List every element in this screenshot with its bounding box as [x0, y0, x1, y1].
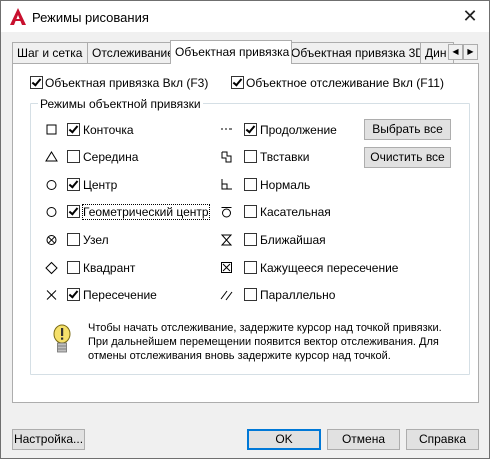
apparent-intersection-checkbox[interactable] [244, 261, 257, 274]
tab-snap-grid[interactable]: Шаг и сетка [12, 42, 92, 63]
options-button[interactable]: Настройка... [12, 429, 85, 450]
perpendicular-marker-icon [221, 179, 232, 190]
geometric-center-checkbox[interactable] [67, 205, 80, 218]
extension-checkbox[interactable] [244, 123, 257, 136]
nearest-checkbox[interactable] [244, 233, 257, 246]
midpoint-checkbox[interactable] [67, 150, 80, 163]
parallel-checkbox[interactable] [244, 288, 257, 301]
diamond-marker-icon [45, 261, 58, 275]
ok-button[interactable]: OK [247, 429, 321, 450]
endpoint-label: Конточка [83, 123, 134, 137]
perpendicular-label: Нормаль [260, 178, 311, 192]
circle-marker-icon [46, 207, 57, 217]
tracking-hint-text: Чтобы начать отслеживание, задержите кур… [88, 322, 442, 362]
center-label: Центр [83, 178, 118, 192]
circle-marker-icon [46, 180, 57, 190]
geometric-center-label: Геометрический центр [82, 204, 210, 220]
triangle-marker-icon [45, 151, 58, 162]
close-icon[interactable]: ✕ [458, 5, 482, 27]
quadrant-checkbox[interactable] [67, 261, 80, 274]
extension-marker-icon [221, 128, 232, 130]
nearest-label: Ближайшая [260, 233, 326, 247]
tab-object-snap[interactable]: Объектная привязка [170, 40, 292, 64]
node-label: Узел [83, 233, 109, 247]
select-all-button[interactable]: Выбрать все [364, 119, 451, 140]
parallel-marker-icon [220, 290, 233, 301]
osnap-on-checkbox[interactable] [30, 76, 43, 89]
tab-strip: Шаг и сетка Отслеживание Объектная привя… [12, 40, 478, 64]
x-marker-icon [46, 290, 57, 300]
tangent-label: Касательная [260, 205, 331, 219]
help-button[interactable]: Справка [406, 429, 479, 450]
midpoint-label: Середина [83, 150, 139, 164]
autocad-logo-icon [10, 8, 26, 25]
quadrant-label: Квадрант [83, 261, 136, 275]
extension-label: Продолжение [260, 123, 337, 137]
otrack-on-checkbox[interactable] [231, 76, 244, 89]
parallel-label: Параллельно [260, 288, 336, 302]
tangent-marker-icon [221, 207, 232, 218]
endpoint-checkbox[interactable] [67, 123, 80, 136]
tangent-checkbox[interactable] [244, 205, 257, 218]
node-marker-icon [46, 235, 57, 245]
insertion-checkbox[interactable] [244, 150, 257, 163]
tab-scroll-left-icon[interactable]: ◀ [448, 44, 463, 60]
insertion-marker-icon [221, 151, 232, 163]
apparent-intersection-label: Кажущееся пересечение [260, 261, 399, 275]
node-checkbox[interactable] [67, 233, 80, 246]
cancel-button[interactable]: Отмена [327, 429, 400, 450]
tab-polar-tracking[interactable]: Отслеживание [87, 42, 177, 63]
nearest-marker-icon [220, 234, 233, 246]
lightbulb-icon [53, 324, 71, 353]
apparent-intersection-marker-icon [221, 262, 232, 273]
snap-modes-group-title: Режимы объектной привязки [38, 97, 203, 111]
tab-3d-object-snap[interactable]: Объектная привязка 3D [286, 42, 426, 63]
drafting-settings-dialog: Режимы рисования ✕ Шаг и сетка Отслежива… [0, 0, 490, 459]
clear-all-button[interactable]: Очистить все [364, 147, 451, 168]
dialog-title: Режимы рисования [32, 10, 149, 25]
insertion-label: Твставки [260, 150, 310, 164]
square-marker-icon [46, 124, 57, 135]
osnap-on-label: Объектная привязка Вкл (F3) [45, 76, 209, 90]
intersection-label: Пересечение [83, 288, 157, 302]
tab-scroll-right-icon[interactable]: ▶ [463, 44, 478, 60]
title-bar: Режимы рисования ✕ [1, 1, 489, 32]
center-checkbox[interactable] [67, 178, 80, 191]
perpendicular-checkbox[interactable] [244, 178, 257, 191]
intersection-checkbox[interactable] [67, 288, 80, 301]
otrack-on-label: Объектное отслеживание Вкл (F11) [246, 76, 444, 90]
